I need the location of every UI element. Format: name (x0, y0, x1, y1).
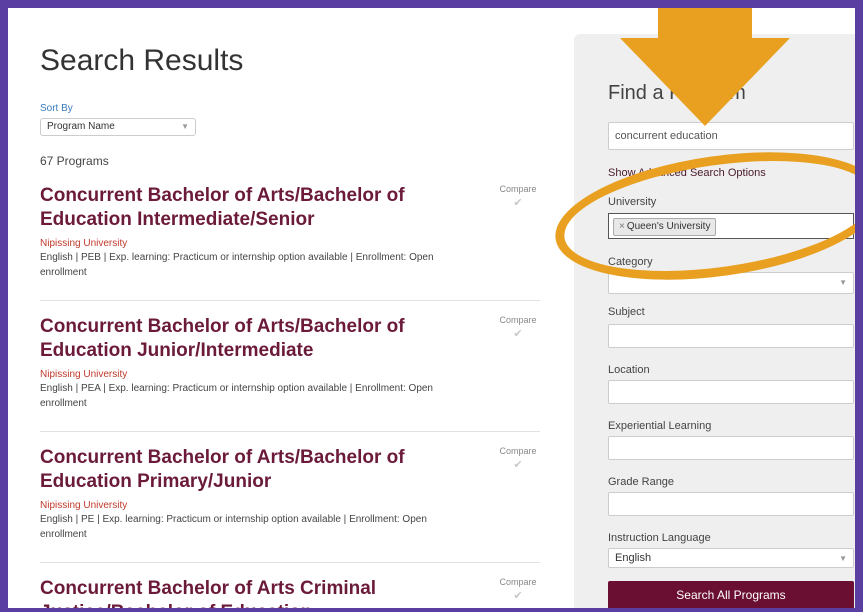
result-item: Concurrent Bachelor of Arts/Bachelor of … (40, 184, 540, 280)
result-count: 67 Programs (40, 154, 109, 168)
panel-title: Find a Program (608, 82, 746, 104)
compare-toggle[interactable]: Compare ✔ (498, 577, 538, 602)
compare-toggle[interactable]: Compare ✔ (498, 184, 538, 209)
result-item: Concurrent Bachelor of Arts/Bachelor of … (40, 446, 540, 542)
result-meta: English | PEB | Exp. learning: Practicum… (40, 252, 434, 278)
subject-input[interactable] (608, 324, 854, 348)
result-title[interactable]: Concurrent Bachelor of Arts/Bachelor of … (40, 184, 450, 232)
advanced-search-link[interactable]: Show Advanced Search Options (608, 167, 766, 179)
page-title: Search Results (40, 44, 244, 77)
program-search-input[interactable]: concurrent education (608, 122, 854, 150)
result-university[interactable]: Nipissing University (40, 369, 540, 380)
grade-range-input[interactable] (608, 492, 854, 516)
chevron-down-icon: ▼ (181, 122, 189, 131)
university-tag: × Queen's University (613, 218, 717, 236)
subject-label: Subject (608, 306, 645, 318)
result-title[interactable]: Concurrent Bachelor of Arts/Bachelor of … (40, 446, 450, 494)
divider (40, 300, 540, 301)
find-program-panel: Find a Program concurrent education Show… (574, 34, 855, 608)
checkmark-icon: ✔ (513, 459, 523, 471)
chevron-down-icon: ▼ (839, 278, 847, 287)
sort-select[interactable]: Program Name ▼ (40, 118, 196, 136)
result-university[interactable]: Nipissing University (40, 238, 540, 249)
sort-label: Sort By (40, 103, 73, 114)
location-label: Location (608, 364, 650, 376)
divider (40, 562, 540, 563)
university-select[interactable]: × Queen's University (608, 213, 854, 239)
checkmark-icon: ✔ (513, 590, 523, 602)
experiential-learning-label: Experiential Learning (608, 420, 712, 432)
close-icon[interactable]: × (619, 221, 625, 232)
result-meta: English | PE | Exp. learning: Practicum … (40, 514, 427, 540)
result-university[interactable]: Nipissing University (40, 500, 540, 511)
compare-label: Compare (499, 446, 537, 456)
experiential-learning-input[interactable] (608, 436, 854, 460)
result-title[interactable]: Concurrent Bachelor of Arts Criminal Jus… (40, 577, 450, 608)
compare-toggle[interactable]: Compare ✔ (498, 446, 538, 471)
category-label: Category (608, 256, 653, 268)
search-all-programs-button[interactable]: Search All Programs (608, 581, 854, 608)
instruction-language-label: Instruction Language (608, 532, 711, 544)
result-item: Concurrent Bachelor of Arts Criminal Jus… (40, 577, 540, 608)
location-input[interactable] (608, 380, 854, 404)
page-frame: Search Results Sort By Program Name ▼ 67… (0, 0, 863, 612)
chevron-down-icon: ▼ (839, 554, 847, 563)
instruction-language-select[interactable]: English ▼ (608, 548, 854, 568)
checkmark-icon: ✔ (513, 197, 523, 209)
compare-label: Compare (499, 184, 537, 194)
instruction-language-value: English (615, 552, 652, 564)
compare-label: Compare (499, 315, 537, 325)
sort-select-value: Program Name (47, 121, 115, 132)
category-select[interactable]: ▼ (608, 272, 854, 294)
checkmark-icon: ✔ (513, 328, 523, 340)
compare-toggle[interactable]: Compare ✔ (498, 315, 538, 340)
result-title[interactable]: Concurrent Bachelor of Arts/Bachelor of … (40, 315, 450, 363)
grade-range-label: Grade Range (608, 476, 675, 488)
result-meta: English | PEA | Exp. learning: Practicum… (40, 383, 433, 409)
result-item: Concurrent Bachelor of Arts/Bachelor of … (40, 315, 540, 411)
university-tag-label: Queen's University (626, 221, 711, 232)
university-label: University (608, 196, 657, 208)
compare-label: Compare (499, 577, 537, 587)
divider (40, 431, 540, 432)
